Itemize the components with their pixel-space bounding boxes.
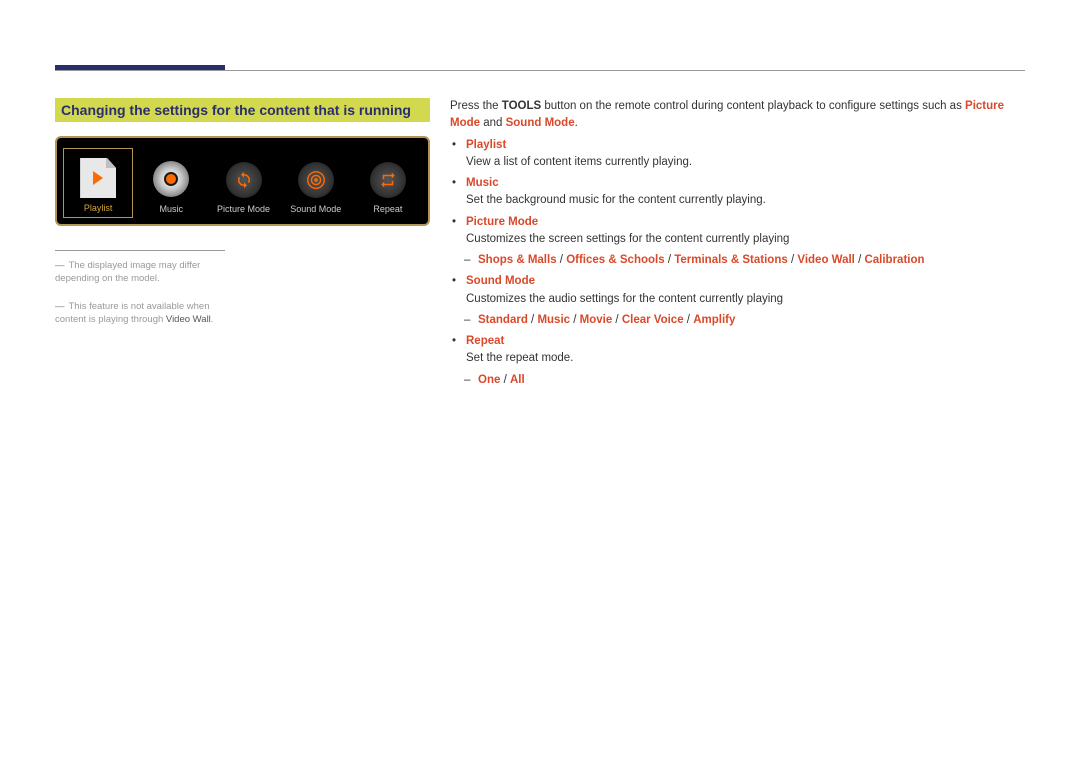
right-column: Press the TOOLS button on the remote con… — [450, 98, 1025, 393]
settings-list: Playlist View a list of content items cu… — [450, 137, 1025, 249]
tools-panel: Playlist Music Picture Mode Sound Mode — [55, 136, 430, 226]
tool-item-music[interactable]: Music — [137, 148, 205, 218]
sound-icon — [298, 162, 334, 198]
tool-label: Repeat — [373, 204, 402, 214]
tool-item-playlist[interactable]: Playlist — [63, 148, 133, 218]
page-content: Changing the settings for the content th… — [55, 0, 1025, 393]
list-item-repeat: Repeat Set the repeat mode. — [466, 333, 1025, 368]
list-item-sound-mode: Sound Mode Customizes the audio settings… — [466, 273, 1025, 308]
tool-item-sound-mode[interactable]: Sound Mode — [282, 148, 350, 218]
tool-label: Music — [160, 204, 184, 214]
picture-mode-options: Shops & Malls / Offices & Schools / Term… — [450, 252, 1025, 269]
notes-block: ―The displayed image may differ dependin… — [55, 250, 225, 326]
header-rule — [55, 70, 1025, 71]
list-item-music: Music Set the background music for the c… — [466, 175, 1025, 210]
tool-item-picture-mode[interactable]: Picture Mode — [209, 148, 277, 218]
tool-label: Playlist — [84, 203, 113, 213]
intro-text: Press the TOOLS button on the remote con… — [450, 98, 1025, 133]
repeat-options: One / All — [450, 372, 1025, 389]
playlist-icon — [79, 159, 117, 197]
list-item-playlist: Playlist View a list of content items cu… — [466, 137, 1025, 172]
list-item-picture-mode: Picture Mode Customizes the screen setti… — [466, 214, 1025, 249]
tool-item-repeat[interactable]: Repeat — [354, 148, 422, 218]
tool-label: Picture Mode — [217, 204, 270, 214]
note-line: ―The displayed image may differ dependin… — [55, 259, 225, 286]
note-line: ―This feature is not available when cont… — [55, 300, 225, 327]
left-column: Changing the settings for the content th… — [55, 98, 430, 393]
section-title: Changing the settings for the content th… — [55, 98, 430, 122]
refresh-icon — [226, 162, 262, 198]
disc-icon — [152, 160, 190, 198]
sound-mode-options: Standard / Music / Movie / Clear Voice /… — [450, 312, 1025, 329]
tool-label: Sound Mode — [290, 204, 341, 214]
repeat-icon — [370, 162, 406, 198]
settings-list-2: Sound Mode Customizes the audio settings… — [450, 273, 1025, 308]
settings-list-3: Repeat Set the repeat mode. — [450, 333, 1025, 368]
